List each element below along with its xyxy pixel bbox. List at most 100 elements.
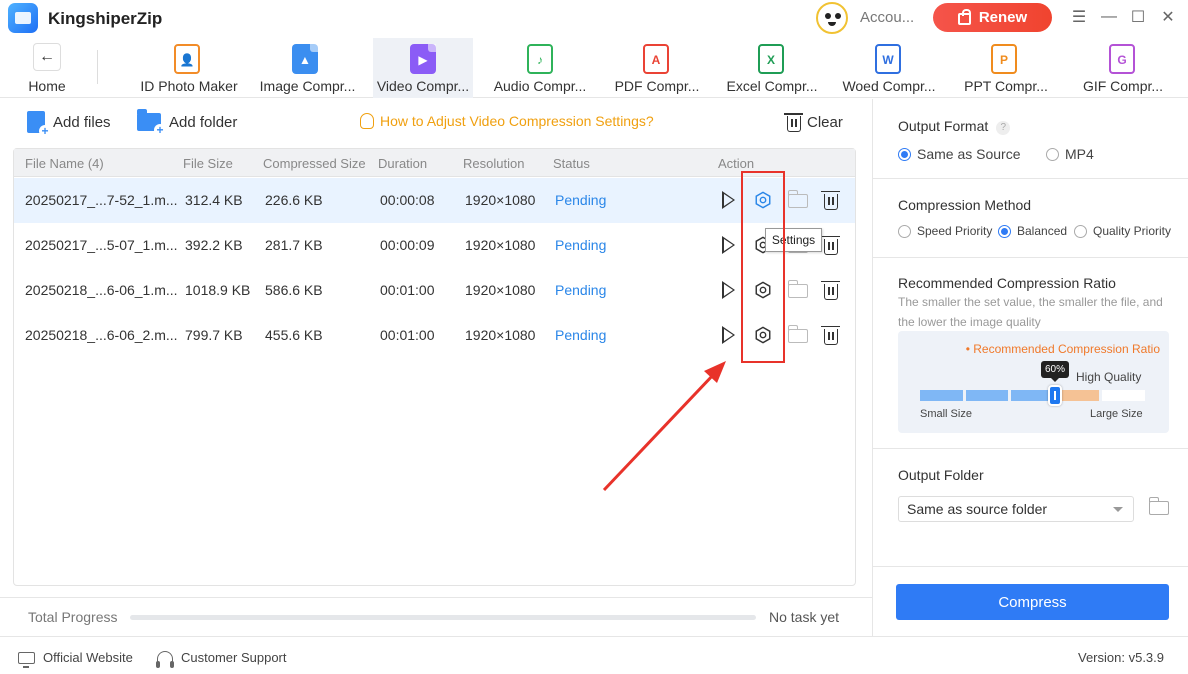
home-label: Home (28, 78, 66, 94)
tab-excel-compressor[interactable]: X Excel Compr... (722, 38, 822, 98)
tab-label: Image Compr... (259, 78, 356, 94)
table-header: File Name (4) File Size Compressed Size … (14, 149, 855, 177)
footer: Official Website Customer Support Versio… (0, 636, 1188, 674)
howto-link[interactable]: How to Adjust Video Compression Settings… (360, 113, 654, 129)
duration: 00:01:00 (380, 282, 435, 298)
delete-button[interactable] (820, 324, 842, 346)
play-button[interactable] (717, 234, 739, 256)
lightbulb-icon (360, 113, 374, 129)
total-progress-label: Total Progress (28, 609, 118, 625)
tab-id-photo-maker[interactable]: 👤 ID Photo Maker (135, 38, 243, 98)
table-row[interactable]: 20250218_...6-06_1.m... 1018.9 KB 586.6 … (14, 268, 855, 313)
radio-icon (1074, 224, 1087, 238)
tab-label: Woed Compr... (842, 78, 936, 94)
format-mp4[interactable]: MP4 (1046, 146, 1094, 162)
support-label: Customer Support (181, 650, 287, 665)
headset-icon (156, 650, 174, 668)
tab-ppt-compressor[interactable]: P PPT Compr... (958, 38, 1054, 98)
app-title: KingshiperZip (48, 9, 163, 28)
clear-label: Clear (807, 114, 843, 131)
open-folder-button[interactable] (787, 279, 809, 301)
file-size: 392.2 KB (185, 237, 243, 253)
compression-method-section: Compression Method Speed Priority Balanc… (873, 179, 1188, 258)
status-badge: Pending (555, 327, 607, 343)
ratio-legend: • Recommended Compression Ratio (965, 342, 1160, 356)
method-quality-priority[interactable]: Quality Priority (1074, 224, 1171, 238)
format-same-as-source[interactable]: Same as Source (898, 146, 1021, 162)
minimize-icon[interactable]: — (1100, 8, 1118, 26)
nav-divider (97, 50, 98, 84)
tab-gif-compressor[interactable]: G GIF Compr... (1076, 38, 1170, 98)
output-folder-select[interactable]: Same as source folder (898, 496, 1134, 522)
customer-support-link[interactable]: Customer Support (156, 650, 287, 668)
browse-folder-icon[interactable] (1148, 497, 1169, 515)
slider-segment (1102, 390, 1145, 401)
tab-audio-compressor[interactable]: ♪ Audio Compr... (488, 38, 592, 98)
ppt-icon: P (991, 44, 1017, 74)
ratio-slider-thumb[interactable] (1048, 385, 1062, 406)
add-files-button[interactable]: Add files (27, 109, 111, 137)
radio-label: Speed Priority (917, 224, 993, 238)
table-row[interactable]: 20250217_...7-52_1.m... 312.4 KB 226.6 K… (14, 178, 855, 223)
clear-button[interactable]: Clear (784, 113, 843, 132)
settings-button[interactable] (752, 324, 774, 346)
status-badge: Pending (555, 282, 607, 298)
settings-button[interactable] (752, 279, 774, 301)
tab-image-compressor[interactable]: ▲ Image Compr... (255, 38, 360, 98)
open-folder-button[interactable] (787, 324, 809, 346)
play-button[interactable] (717, 189, 739, 211)
compression-ratio-slider-box: • Recommended Compression Ratio 60% High… (898, 331, 1169, 433)
output-format-title: Output Format? (898, 118, 1011, 135)
table-row[interactable]: 20250217_...5-07_1.m... 392.2 KB 281.7 K… (14, 223, 855, 268)
resolution: 1920×1080 (465, 327, 536, 343)
delete-button[interactable] (820, 234, 842, 256)
file-size: 799.7 KB (185, 327, 243, 343)
renew-button[interactable]: Renew (933, 3, 1052, 32)
play-button[interactable] (717, 324, 739, 346)
file-name: 20250217_...7-52_1.m... (25, 192, 178, 208)
official-website-link[interactable]: Official Website (18, 650, 133, 668)
col-status: Status (553, 156, 590, 171)
settings-button[interactable] (752, 189, 774, 211)
output-format-section: Output Format? Same as Source MP4 (873, 99, 1188, 179)
delete-button[interactable] (820, 189, 842, 211)
add-folder-button[interactable]: Add folder (137, 109, 237, 136)
radio-label: MP4 (1065, 146, 1094, 162)
word-icon: W (875, 44, 901, 74)
menu-icon[interactable]: ☰ (1070, 8, 1088, 26)
play-button[interactable] (717, 279, 739, 301)
col-resolution: Resolution (463, 156, 525, 171)
add-files-label: Add files (53, 113, 111, 131)
play-icon (721, 281, 735, 299)
high-quality-label: High Quality (1076, 370, 1142, 384)
compress-button[interactable]: Compress (896, 584, 1169, 620)
tab-label: GIF Compr... (1082, 78, 1164, 94)
table-row[interactable]: 20250218_...6-06_2.m... 799.7 KB 455.6 K… (14, 313, 855, 358)
tab-pdf-compressor[interactable]: A PDF Compr... (607, 38, 707, 98)
tab-label: PDF Compr... (614, 78, 700, 94)
delete-button[interactable] (820, 279, 842, 301)
tab-video-compressor[interactable]: ▶ Video Compr... (373, 38, 473, 98)
trash-icon (784, 113, 803, 132)
status-badge: Pending (555, 192, 607, 208)
maximize-icon[interactable]: ☐ (1129, 8, 1147, 26)
slider-segment (1056, 390, 1100, 401)
help-icon[interactable]: ? (996, 121, 1011, 135)
tab-word-compressor[interactable]: W Woed Compr... (838, 38, 940, 98)
avatar[interactable] (816, 2, 848, 34)
file-name: 20250218_...6-06_2.m... (25, 327, 178, 343)
home-button[interactable]: ← Home (14, 38, 78, 98)
ratio-slider-track[interactable] (920, 390, 1145, 401)
compressed-size: 455.6 KB (265, 327, 323, 343)
open-folder-button[interactable] (787, 189, 809, 211)
close-icon[interactable]: ✕ (1159, 8, 1177, 26)
radio-icon (898, 224, 911, 238)
renew-label: Renew (978, 9, 1028, 26)
duration: 00:01:00 (380, 327, 435, 343)
small-size-label: Small Size (920, 408, 972, 420)
account-link[interactable]: Accou... (860, 9, 914, 26)
method-balanced[interactable]: Balanced (998, 224, 1067, 238)
tab-label: Audio Compr... (493, 78, 587, 94)
method-speed-priority[interactable]: Speed Priority (898, 224, 992, 238)
output-folder-title: Output Folder (898, 467, 984, 483)
